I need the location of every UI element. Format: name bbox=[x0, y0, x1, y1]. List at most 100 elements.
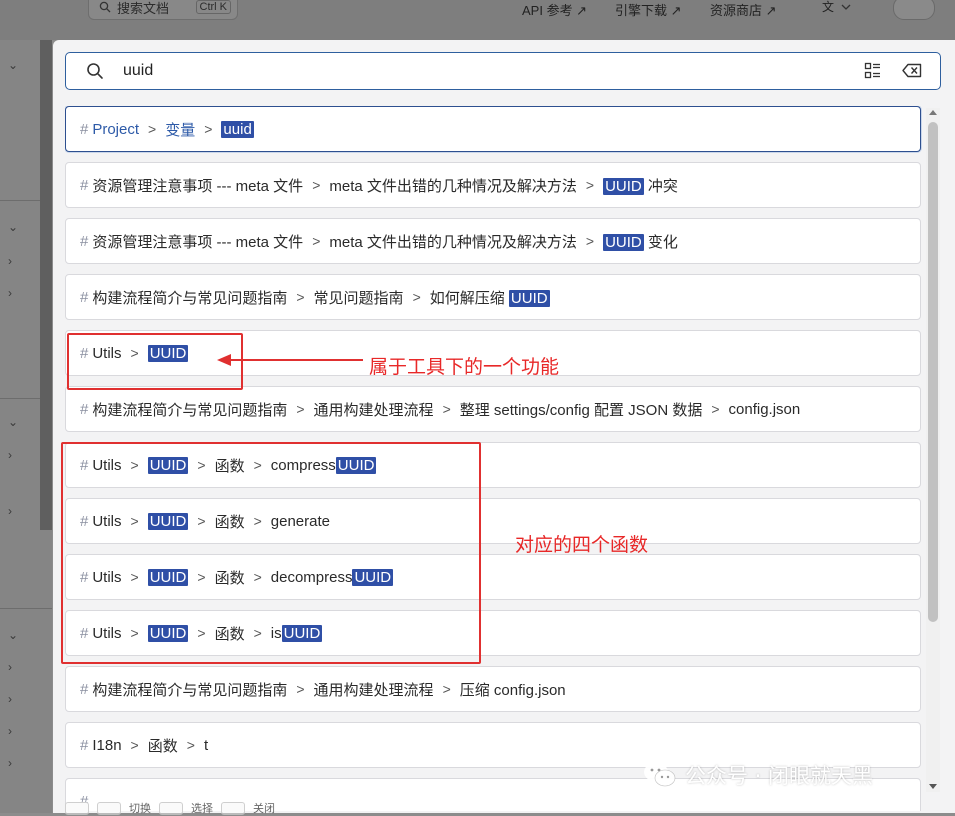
search-result-item[interactable]: # 构建流程简介与常见问题指南 > 常见问题指南 > 如何解压缩 UUID bbox=[65, 274, 921, 320]
hash-icon: # bbox=[80, 232, 89, 250]
result-path-segment: config.json bbox=[729, 401, 801, 418]
annotation-arrow-icon bbox=[217, 354, 363, 366]
watermark: 公众号 · 闭眼就天黑 bbox=[643, 760, 873, 790]
annotation-utils-note: 属于工具下的一个功能 bbox=[369, 356, 560, 378]
segment-text: 整理 settings/config 配置 JSON 数据 bbox=[459, 401, 703, 419]
segment-text: meta 文件出错的几种情况及解决方法 bbox=[329, 177, 577, 195]
result-path-segment: meta 文件出错的几种情况及解决方法 bbox=[329, 231, 577, 252]
segment-text: 压缩 config.json bbox=[459, 681, 566, 699]
translate-icon: 文 bbox=[822, 0, 854, 18]
results-scrollbar[interactable] bbox=[926, 108, 940, 792]
chevron-right-icon: > bbox=[186, 737, 195, 753]
search-icon bbox=[99, 1, 111, 13]
nav-api-reference: API 参考 ↗ bbox=[522, 3, 588, 18]
nav-asset-store: 资源商店 ↗ bbox=[710, 3, 777, 18]
chevron-right-icon: > bbox=[412, 289, 421, 305]
result-path-segment: 通用构建处理流程 bbox=[314, 679, 434, 700]
background-header: 搜索文档 Ctrl K API 参考 ↗ 引擎下载 ↗ 资源商店 ↗ 文 bbox=[0, 0, 955, 40]
chevron-right-icon: > bbox=[296, 289, 305, 305]
search-box[interactable]: uuid bbox=[65, 52, 941, 90]
result-path-segment: 压缩 config.json bbox=[460, 679, 566, 700]
segment-text: I18n bbox=[92, 736, 122, 754]
background-search-placeholder: 搜索文档 bbox=[117, 0, 170, 16]
result-path-segment: 常见问题指南 bbox=[314, 287, 404, 308]
segment-text: 通用构建处理流程 bbox=[313, 401, 434, 419]
result-path-segment: 整理 settings/config 配置 JSON 数据 bbox=[460, 399, 703, 420]
match-highlight: UUID bbox=[603, 177, 644, 195]
scrollbar-thumb[interactable] bbox=[928, 122, 938, 622]
search-shortcut: Ctrl K bbox=[195, 0, 231, 14]
segment-text: 变化 bbox=[643, 233, 678, 251]
segment-text: 资源管理注意事项 --- meta 文件 bbox=[92, 177, 304, 195]
detail-list-icon[interactable] bbox=[864, 62, 882, 80]
result-path-segment: 函数 bbox=[148, 735, 178, 756]
chevron-right-icon: > bbox=[442, 681, 451, 697]
result-path-segment: UUID 冲突 bbox=[603, 175, 678, 196]
search-result-item[interactable]: # 资源管理注意事项 --- meta 文件 > meta 文件出错的几种情况及解决方… bbox=[65, 218, 921, 264]
chevron-right-icon: > bbox=[296, 401, 305, 417]
footer-close-label: 关闭 bbox=[253, 803, 275, 815]
search-icon bbox=[87, 63, 103, 79]
segment-text: 冲突 bbox=[643, 177, 678, 195]
background-divider bbox=[40, 40, 52, 530]
segment-text: meta 文件出错的几种情况及解决方法 bbox=[329, 233, 577, 251]
watermark-text: 公众号 · 闭眼就天黑 bbox=[685, 764, 874, 788]
result-path-segment: meta 文件出错的几种情况及解决方法 bbox=[329, 175, 577, 196]
search-result-item[interactable]: # Project > 变量 > uuid bbox=[65, 106, 921, 152]
result-path-segment: I18n bbox=[92, 737, 121, 754]
segment-text: 资源管理注意事项 --- meta 文件 bbox=[92, 233, 304, 251]
hash-icon: # bbox=[80, 288, 89, 306]
segment-text: t bbox=[203, 736, 209, 754]
segment-text: 常见问题指南 bbox=[313, 289, 404, 307]
scroll-down-arrow-icon[interactable] bbox=[929, 784, 937, 789]
search-result-item[interactable]: # 资源管理注意事项 --- meta 文件 > meta 文件出错的几种情况及解决方… bbox=[65, 162, 921, 208]
chevron-right-icon: > bbox=[148, 121, 157, 137]
svg-text:文: 文 bbox=[822, 0, 834, 14]
hash-icon: # bbox=[80, 400, 89, 418]
result-path-segment: Project bbox=[92, 121, 139, 138]
segment-text: 函数 bbox=[147, 737, 178, 755]
hash-icon: # bbox=[80, 120, 89, 138]
result-path-segment: 资源管理注意事项 --- meta 文件 bbox=[92, 175, 303, 196]
search-result-item[interactable]: # 构建流程简介与常见问题指南 > 通用构建处理流程 > 整理 settings/conf… bbox=[65, 386, 921, 432]
segment-text: 变量 bbox=[165, 121, 196, 139]
footer-select-label: 选择 bbox=[191, 803, 213, 815]
chevron-right-icon: > bbox=[296, 681, 305, 697]
result-path-segment: 构建流程简介与常见问题指南 bbox=[92, 679, 287, 700]
segment-text: 构建流程简介与常见问题指南 bbox=[92, 401, 288, 419]
chevron-right-icon: > bbox=[442, 401, 451, 417]
result-path-segment: t bbox=[204, 737, 208, 754]
search-modal: uuid # Project > 变量 > uuid # 资源管理注意事项 --- meta … bbox=[53, 40, 955, 816]
theme-toggle bbox=[893, 0, 935, 20]
scroll-up-arrow-icon[interactable] bbox=[929, 110, 937, 115]
segment-text: config.json bbox=[728, 400, 801, 418]
result-path-segment: 构建流程简介与常见问题指南 bbox=[92, 287, 287, 308]
annotation-box-functions bbox=[61, 442, 481, 664]
footer-switch-label: 切换 bbox=[129, 803, 151, 815]
chevron-right-icon: > bbox=[312, 177, 321, 193]
match-highlight: uuid bbox=[221, 120, 254, 138]
segment-text: Project bbox=[92, 120, 140, 138]
search-result-item[interactable]: # 构建流程简介与常见问题指南 > 通用构建处理流程 > 压缩 config.json bbox=[65, 666, 921, 712]
hash-icon: # bbox=[80, 680, 89, 698]
segment-text: 如何解压缩 bbox=[429, 289, 509, 307]
chevron-right-icon: > bbox=[585, 233, 595, 249]
annotation-functions-note: 对应的四个函数 bbox=[515, 534, 649, 556]
chevron-right-icon: > bbox=[312, 233, 321, 249]
result-path-segment: UUID 变化 bbox=[603, 231, 678, 252]
clear-input-icon[interactable] bbox=[902, 63, 922, 78]
search-input[interactable]: uuid bbox=[123, 62, 153, 80]
segment-text: 构建流程简介与常见问题指南 bbox=[92, 289, 288, 307]
wechat-icon bbox=[644, 762, 676, 787]
segment-text: 通用构建处理流程 bbox=[313, 681, 434, 699]
match-highlight: UUID bbox=[508, 289, 550, 307]
chevron-right-icon: > bbox=[204, 121, 213, 137]
modal-footer: 切换 选择 关闭 bbox=[65, 800, 275, 816]
match-highlight: UUID bbox=[603, 233, 644, 251]
result-path-segment: 通用构建处理流程 bbox=[314, 399, 434, 420]
result-path-segment: uuid bbox=[221, 120, 254, 138]
chevron-right-icon: > bbox=[585, 177, 595, 193]
result-path-segment: 如何解压缩 UUID bbox=[430, 287, 550, 308]
background-search: 搜索文档 Ctrl K bbox=[88, 0, 238, 20]
chevron-right-icon: > bbox=[130, 737, 139, 753]
